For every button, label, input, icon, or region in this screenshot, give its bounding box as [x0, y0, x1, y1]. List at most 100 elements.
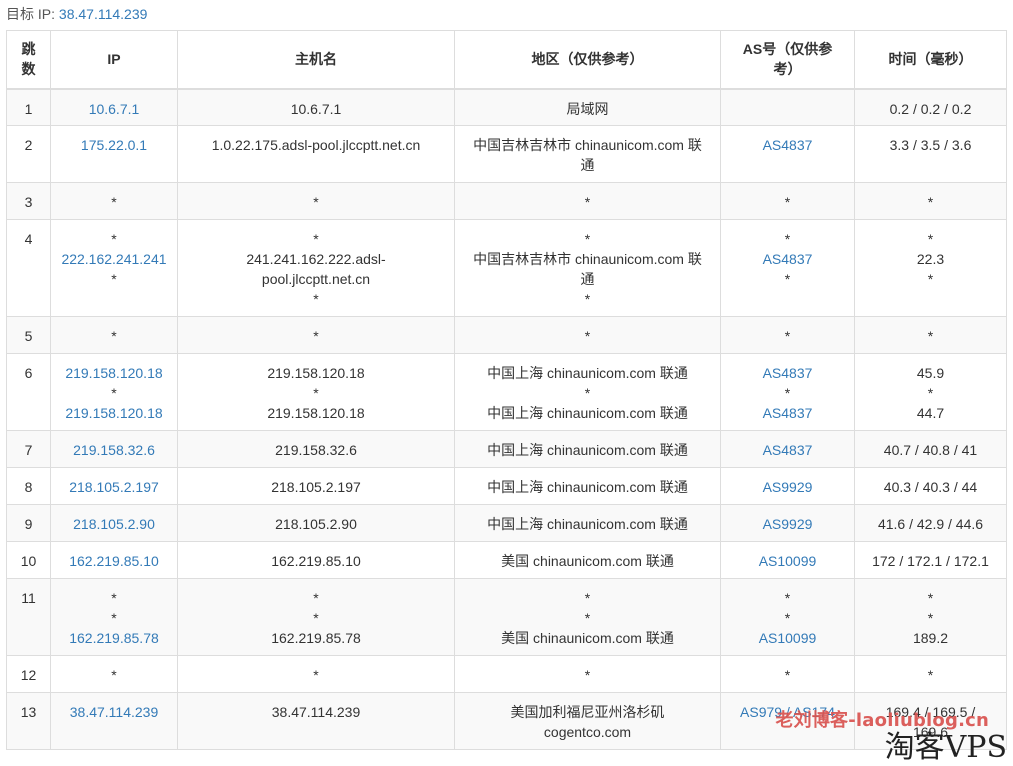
- time-text: *: [927, 610, 934, 626]
- asn-link[interactable]: AS10099: [729, 628, 846, 648]
- table-header-row: 跳 数 IP 主机名 地区（仅供参考） AS号（仅供参 考） 时间（毫秒）: [6, 30, 1007, 90]
- ip-link[interactable]: 218.105.2.197: [59, 477, 169, 497]
- header-region: 地区（仅供参考）: [454, 30, 721, 90]
- target-ip-label: 目标 IP:: [6, 6, 56, 22]
- asn-text: *: [784, 590, 791, 606]
- asn-link[interactable]: AS4837: [729, 249, 846, 269]
- hostname-text: *: [313, 385, 319, 401]
- hop-cell: 10: [6, 541, 51, 579]
- time-text: 169.6: [912, 724, 949, 740]
- hostname-text: *: [313, 328, 319, 344]
- asn-text: *: [784, 667, 791, 683]
- region-text: *: [584, 328, 591, 344]
- ip-cell: *: [50, 316, 178, 354]
- asn-link[interactable]: AS4837: [729, 403, 846, 423]
- hostname-text: *: [313, 291, 319, 307]
- ip-link[interactable]: 10.6.7.1: [59, 99, 169, 119]
- region-text: 中国上海 chinaunicom.com 联通: [487, 516, 688, 532]
- ip-link[interactable]: 38.47.114.239: [59, 702, 169, 722]
- time-text: *: [927, 231, 934, 247]
- hostname-cell: 218.105.2.90: [177, 504, 455, 542]
- ip-cell: 219.158.120.18 * 219.158.120.18: [50, 353, 178, 431]
- asn-text: *: [784, 385, 791, 401]
- asn-link[interactable]: AS9929: [729, 514, 846, 534]
- table-row: 4 * 222.162.241.241 * * 241.241.162.222.adsl-…: [6, 219, 1007, 317]
- asn-cell: [720, 88, 855, 126]
- hostname-text: 219.158.32.6: [275, 442, 357, 458]
- hop-cell: 2: [6, 125, 51, 183]
- time-text: *: [927, 667, 934, 683]
- asn-link[interactable]: AS4837: [729, 135, 846, 155]
- asn-link[interactable]: AS9929: [729, 477, 846, 497]
- region-text: *: [584, 291, 591, 307]
- hostname-cell: *: [177, 655, 455, 693]
- hop-cell: 13: [6, 692, 51, 750]
- table-row: 9 218.105.2.90 218.105.2.90 中国上海 chinaunico…: [6, 504, 1007, 542]
- region-text: *: [584, 385, 591, 401]
- ip-cell: *: [50, 655, 178, 693]
- time-text: *: [927, 328, 934, 344]
- table-row: 5 * * * * *: [6, 316, 1007, 354]
- time-cell: 172 / 172.1 / 172.1: [854, 541, 1007, 579]
- region-text: cogentco.com: [543, 724, 632, 740]
- hop-cell: 3: [6, 182, 51, 220]
- time-text: 44.7: [916, 405, 945, 421]
- time-text: 189.2: [912, 630, 949, 646]
- region-cell: 中国上海 chinaunicom.com 联通: [454, 430, 721, 468]
- time-cell: * * 189.2: [854, 578, 1007, 656]
- ip-link[interactable]: 219.158.32.6: [59, 440, 169, 460]
- table-row: 10 162.219.85.10 162.219.85.10 美国 chinaunic…: [6, 541, 1007, 579]
- hop-cell: 6: [6, 353, 51, 431]
- hostname-cell: *: [177, 182, 455, 220]
- table-row: 2 175.22.0.1 1.0.22.175.adsl-pool.jlccptt.…: [6, 125, 1007, 183]
- table-row: 8 218.105.2.197 218.105.2.197 中国上海 chinauni…: [6, 467, 1007, 505]
- asn-cell: AS9929: [720, 504, 855, 542]
- ip-cell: 175.22.0.1: [50, 125, 178, 183]
- hop-cell: 11: [6, 578, 51, 656]
- asn-cell: *: [720, 182, 855, 220]
- hostname-text: 219.158.120.18: [267, 365, 365, 381]
- time-text: *: [927, 590, 934, 606]
- ip-link[interactable]: 162.219.85.78: [59, 628, 169, 648]
- ip-text: *: [111, 385, 117, 401]
- region-text: 中国上海 chinaunicom.com 联通: [487, 479, 688, 495]
- asn-link[interactable]: AS979 / AS174: [729, 702, 846, 722]
- ip-text: *: [111, 271, 117, 287]
- time-cell: 169.4 / 169.5 / 169.6: [854, 692, 1007, 750]
- header-time: 时间（毫秒）: [854, 30, 1007, 90]
- ip-link[interactable]: 175.22.0.1: [59, 135, 169, 155]
- target-ip-line: 目标 IP: 38.47.114.239: [6, 4, 147, 24]
- ip-link[interactable]: 218.105.2.90: [59, 514, 169, 534]
- hostname-cell: 218.105.2.197: [177, 467, 455, 505]
- region-cell: 局域网: [454, 88, 721, 126]
- asn-text: *: [784, 231, 791, 247]
- ip-link[interactable]: 219.158.120.18: [59, 403, 169, 423]
- time-text: 40.7 / 40.8 / 41: [883, 442, 978, 458]
- asn-cell: AS4837 * AS4837: [720, 353, 855, 431]
- hostname-cell: 38.47.114.239: [177, 692, 455, 750]
- region-cell: * 中国吉林吉林市 chinaunicom.com 联通 *: [454, 219, 721, 317]
- time-text: 40.3 / 40.3 / 44: [883, 479, 978, 495]
- hostname-text: 162.219.85.78: [271, 630, 361, 646]
- ip-cell: 162.219.85.10: [50, 541, 178, 579]
- hostname-text: 241.241.162.222.adsl-: [246, 251, 386, 267]
- time-text: 41.6 / 42.9 / 44.6: [877, 516, 984, 532]
- hostname-text: 218.105.2.197: [271, 479, 361, 495]
- ip-text: *: [111, 610, 117, 626]
- table-row: 6 219.158.120.18 * 219.158.120.18 219.158.12…: [6, 353, 1007, 431]
- time-cell: *: [854, 316, 1007, 354]
- hostname-text: *: [313, 590, 319, 606]
- ip-link[interactable]: 219.158.120.18: [59, 363, 169, 383]
- table-body: 1 10.6.7.1 10.6.7.1 局域网 0.2 / 0.2 / 0.2 2 175…: [6, 88, 1007, 750]
- time-text: *: [927, 385, 934, 401]
- region-text: *: [584, 194, 591, 210]
- asn-link[interactable]: AS4837: [729, 363, 846, 383]
- time-text: *: [927, 194, 934, 210]
- asn-link[interactable]: AS10099: [729, 551, 846, 571]
- region-text: *: [584, 667, 591, 683]
- asn-link[interactable]: AS4837: [729, 440, 846, 460]
- ip-link[interactable]: 222.162.241.241: [59, 249, 169, 269]
- ip-link[interactable]: 162.219.85.10: [59, 551, 169, 571]
- hostname-cell: 162.219.85.10: [177, 541, 455, 579]
- traceroute-table: 跳 数 IP 主机名 地区（仅供参考） AS号（仅供参 考） 时间（毫秒） 11…: [6, 30, 1007, 750]
